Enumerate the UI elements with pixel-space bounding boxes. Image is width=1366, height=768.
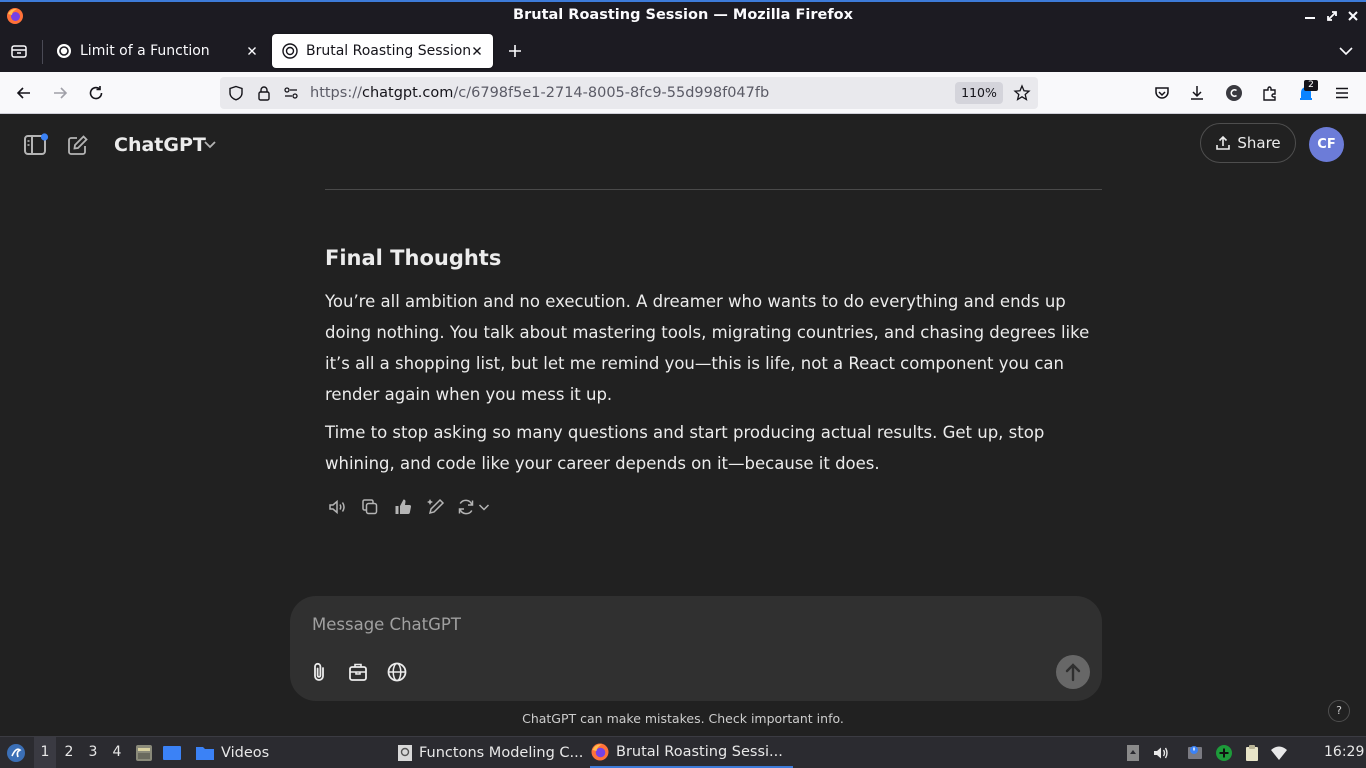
account-extension-icon[interactable] (1225, 84, 1243, 102)
downloads-icon[interactable] (1188, 84, 1206, 102)
close-tab-icon[interactable] (244, 43, 260, 59)
url-scheme: https:// (310, 85, 362, 101)
keyboard-layout-icon[interactable] (1124, 744, 1142, 762)
tab-limit-of-a-function[interactable]: Limit of a Function (46, 34, 268, 68)
edit-in-canvas-icon[interactable] (426, 497, 446, 517)
desktop-icon[interactable] (162, 743, 182, 763)
model-selector[interactable]: ChatGPT (114, 134, 216, 156)
tab-label: Brutal Roasting Session (306, 43, 472, 59)
message-input[interactable] (310, 608, 1014, 640)
read-aloud-speaker-icon[interactable] (327, 497, 347, 517)
share-button-label: Share (1237, 134, 1281, 152)
disclaimer-text: ChatGPT can make mistakes. Check importa… (522, 711, 844, 726)
list-all-tabs-icon[interactable] (1337, 42, 1355, 60)
chatgpt-favicon-icon (282, 43, 298, 59)
url-domain: chatgpt.com (361, 85, 454, 101)
minimize-icon[interactable] (1302, 8, 1318, 24)
workspace-4[interactable]: 4 (106, 737, 128, 768)
forward-arrow-icon[interactable] (51, 84, 69, 102)
tab-strip: Limit of a Function Brutal Roasting Sess… (0, 30, 1366, 72)
restore-icon[interactable] (1324, 8, 1340, 24)
chatgpt-header: ChatGPT Share CF (0, 114, 1366, 176)
taskbar-item-label: Brutal Roasting Sessi... (616, 743, 783, 760)
workspace-3[interactable]: 3 (82, 737, 104, 768)
taskbar-item-label: Functons Modeling C... (419, 744, 584, 761)
send-button[interactable] (1056, 655, 1090, 689)
firefox-logo-icon (590, 742, 610, 762)
document-viewer-icon (397, 744, 413, 762)
section-divider (325, 189, 1102, 190)
chatgpt-favicon-icon (56, 43, 72, 59)
model-switch-chevron-down-icon[interactable] (478, 497, 490, 517)
zoom-level-button[interactable]: 110% (955, 82, 1003, 104)
volume-speaker-icon[interactable] (1152, 744, 1170, 762)
message-paragraph: You’re all ambition and no execution. A … (325, 292, 1090, 404)
firefox-view-icon[interactable] (10, 42, 28, 60)
new-tab-icon[interactable] (506, 42, 524, 60)
share-upload-icon (1215, 135, 1231, 151)
message-paragraph: Time to stop asking so many questions an… (325, 423, 1045, 473)
close-window-icon[interactable] (1345, 8, 1361, 24)
close-tab-icon[interactable] (469, 43, 485, 59)
notification-alert-icon[interactable] (1186, 744, 1204, 762)
regenerate-icon[interactable] (456, 497, 476, 517)
taskbar-item-functions-modeling[interactable]: Functons Modeling C... (397, 737, 583, 768)
tab-label: Limit of a Function (80, 43, 210, 59)
arrow-up-icon (1065, 663, 1081, 682)
user-avatar[interactable]: CF (1309, 127, 1344, 162)
page-permissions-icon[interactable] (283, 85, 299, 101)
web-search-globe-icon[interactable] (386, 661, 408, 683)
tracking-protection-shield-icon[interactable] (228, 85, 244, 101)
taskbar-item-brutal-roasting-session[interactable]: Brutal Roasting Sessi... (590, 737, 793, 768)
start-menu-icon[interactable] (6, 743, 26, 763)
sidebar-toggle-icon[interactable] (23, 133, 49, 157)
help-button[interactable]: ? (1328, 700, 1350, 722)
workspace-2[interactable]: 2 (58, 737, 80, 768)
model-selector-label: ChatGPT (114, 134, 206, 156)
window-title: Brutal Roasting Session — Mozilla Firefo… (513, 7, 853, 23)
hamburger-menu-icon[interactable] (1333, 84, 1351, 102)
thumbs-up-icon[interactable] (393, 497, 413, 517)
add-green-plus-icon[interactable] (1215, 744, 1233, 762)
url-path: /c/6798f5e1-2714-8005-8fc9-55d998f047fb (453, 85, 770, 101)
taskbar-item-label: Videos (221, 744, 270, 761)
navigation-toolbar: https://chatgpt.com/c/6798f5e1-2714-8005… (0, 72, 1366, 114)
attach-paperclip-icon[interactable] (308, 661, 330, 683)
back-arrow-icon[interactable] (15, 84, 33, 102)
url-bar[interactable]: https://chatgpt.com/c/6798f5e1-2714-8005… (220, 77, 1038, 109)
window-titlebar: Brutal Roasting Session — Mozilla Firefo… (0, 0, 1366, 30)
copy-icon[interactable] (360, 497, 380, 517)
clipboard-icon[interactable] (1243, 744, 1261, 762)
pocket-icon[interactable] (1153, 84, 1171, 102)
reload-icon[interactable] (87, 84, 105, 102)
tab-brutal-roasting-session[interactable]: Brutal Roasting Session (272, 34, 493, 68)
url-text[interactable]: https://chatgpt.com/c/6798f5e1-2714-8005… (310, 85, 769, 101)
message-composer (290, 596, 1102, 701)
share-button[interactable]: Share (1200, 123, 1296, 163)
workspace-1[interactable]: 1 (34, 737, 56, 768)
message-heading: Final Thoughts (325, 246, 502, 270)
lock-icon[interactable] (256, 85, 272, 101)
wifi-icon[interactable] (1270, 744, 1288, 762)
folder-icon (195, 744, 215, 762)
taskbar-item-videos[interactable]: Videos (195, 737, 269, 768)
chevron-down-icon (204, 140, 216, 150)
file-manager-icon[interactable] (134, 743, 154, 763)
extension-badge: 2 (1304, 80, 1318, 91)
system-taskbar: 1 2 3 4 Videos Functons Modeling C... Br… (0, 736, 1366, 768)
bookmark-star-icon[interactable] (1013, 84, 1031, 102)
extensions-puzzle-icon[interactable] (1261, 84, 1279, 102)
tab-separator (42, 40, 43, 64)
tools-briefcase-icon[interactable] (347, 661, 369, 683)
system-clock[interactable]: 16:29 (1324, 744, 1364, 760)
new-chat-pencil-icon[interactable] (67, 134, 89, 156)
